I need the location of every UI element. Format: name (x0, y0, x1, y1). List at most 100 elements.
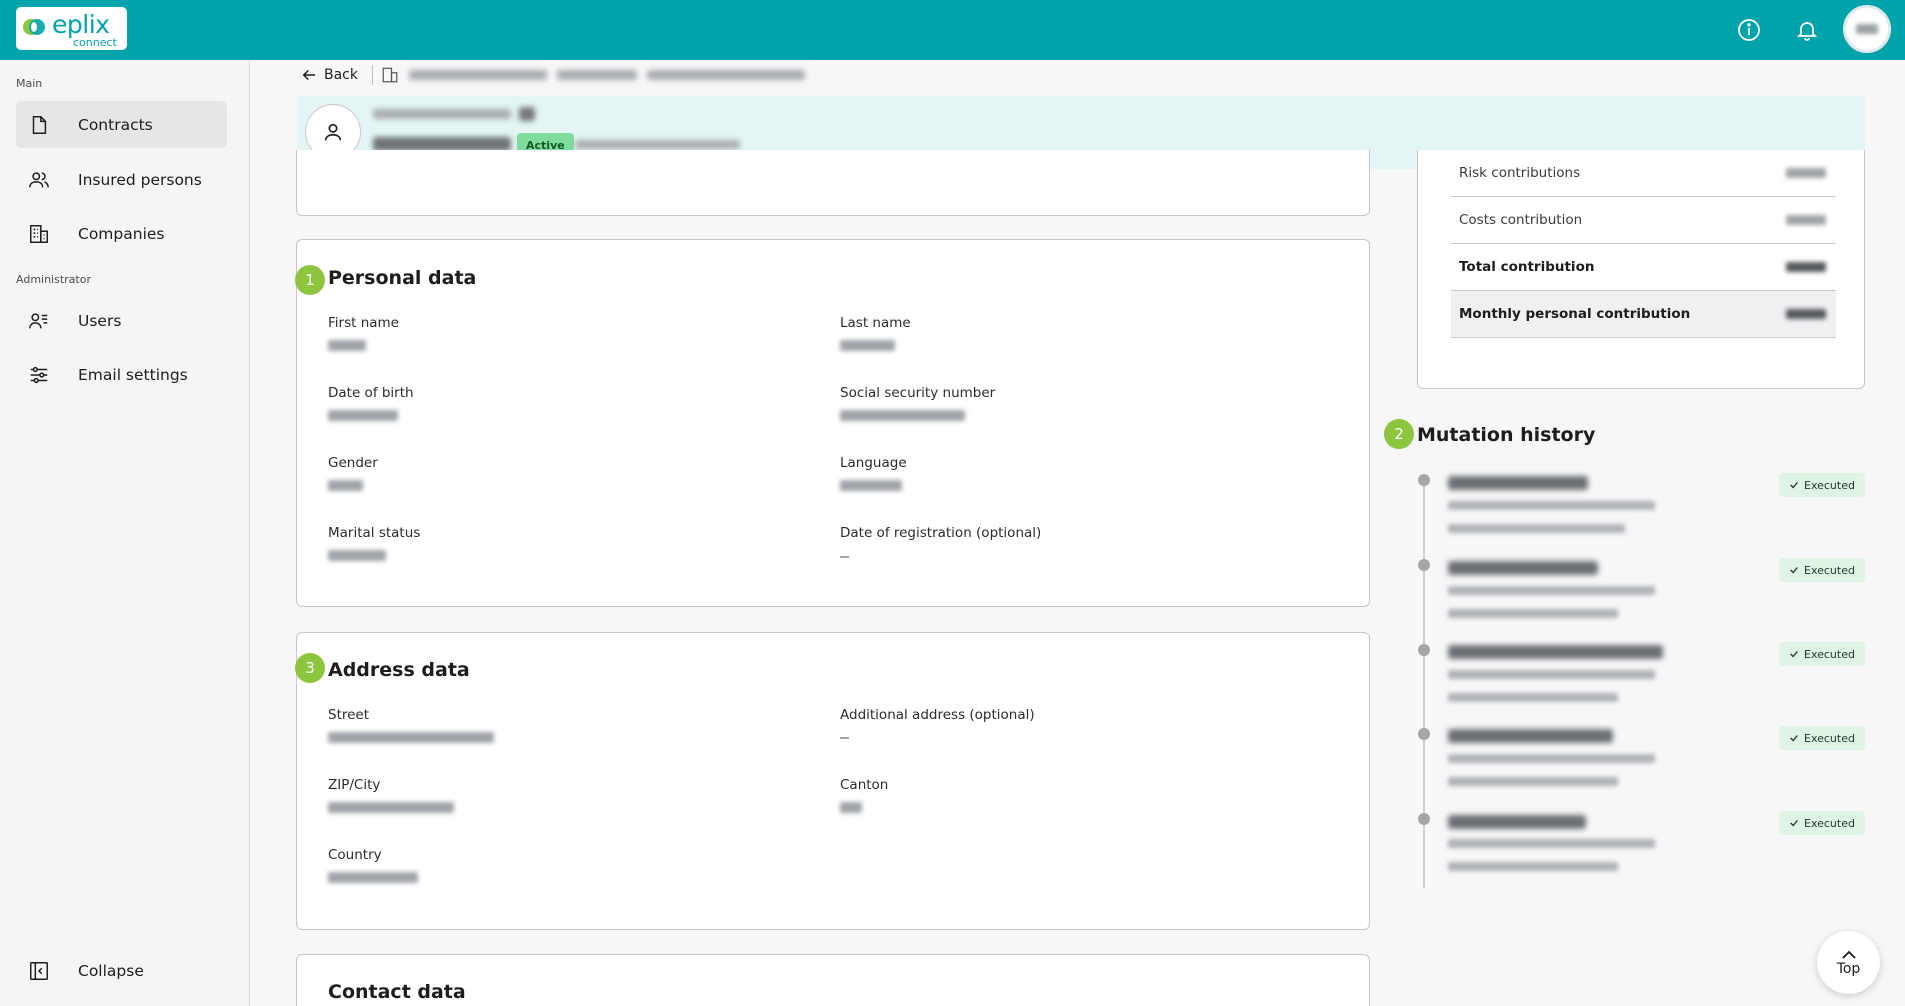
sidebar-item-email-settings[interactable]: Email settings (16, 351, 227, 398)
previous-section-card (296, 150, 1370, 216)
sidebar: Main Contracts Insured persons Companies… (0, 60, 250, 1006)
sidebar-item-contracts[interactable]: Contracts (16, 101, 227, 148)
sidebar-item-label: Insured persons (78, 170, 202, 189)
contribution-label: Total contribution (1459, 259, 1595, 275)
breadcrumb: Back (300, 64, 805, 86)
field-value-language (840, 480, 902, 491)
people-icon (29, 171, 49, 187)
info-icon[interactable] (1733, 14, 1765, 46)
field-label-street: Street (328, 707, 370, 723)
mutation-meta (1448, 501, 1655, 510)
user-icon (324, 123, 342, 141)
arrow-left-icon (302, 69, 315, 81)
sidebar-item-insured-persons[interactable]: Insured persons (16, 156, 227, 203)
mutation-title (1448, 729, 1613, 743)
check-icon (1790, 735, 1798, 742)
field-value-marital-status (328, 550, 386, 561)
mutation-meta (1448, 670, 1655, 679)
eplix-logo[interactable]: eplix connect (16, 7, 127, 50)
field-label-country: Country (328, 847, 382, 863)
mutation-title (1448, 476, 1588, 490)
sidebar-item-label: Email settings (78, 365, 188, 384)
contact-data-card: Contact data (296, 954, 1370, 1006)
collapse-icon (30, 961, 48, 980)
person-name (373, 137, 511, 151)
building-icon (382, 67, 398, 83)
sidebar-item-label: Companies (78, 224, 165, 243)
breadcrumb-company-link[interactable] (409, 70, 547, 80)
contributions-card: Risk contributions Costs contribution To… (1417, 150, 1865, 389)
mutation-meta (1448, 754, 1655, 763)
bell-icon[interactable] (1791, 14, 1823, 46)
field-label-date-of-birth: Date of birth (328, 385, 414, 401)
contribution-row-costs: Costs contribution (1451, 197, 1836, 244)
section-label-main: Main (16, 77, 43, 90)
timeline-dot (1418, 559, 1430, 571)
contribution-row-risk: Risk contributions (1451, 150, 1836, 197)
contribution-value (1786, 262, 1826, 272)
building-icon (30, 224, 48, 243)
collapse-sidebar-button[interactable]: Collapse (16, 947, 227, 994)
contribution-value (1786, 215, 1826, 225)
users-icon (29, 312, 48, 328)
mutation-meta (1448, 777, 1618, 786)
sidebar-item-label: Users (78, 311, 122, 330)
contribution-value (1786, 168, 1826, 178)
field-label-zip-city: ZIP/City (328, 777, 381, 793)
step-number-badge: 1 (295, 265, 325, 295)
sidebar-item-companies[interactable]: Companies (16, 210, 227, 257)
address-data-card: 3 Address data Street Additional address… (295, 632, 1370, 930)
timeline-line (1423, 478, 1425, 888)
field-value-additional-address (840, 737, 849, 739)
field-value-first-name (328, 340, 366, 351)
check-icon (1790, 820, 1798, 827)
field-label-ssn: Social security number (840, 385, 996, 401)
logo-subtitle: connect (73, 36, 117, 49)
timeline-dot (1418, 728, 1430, 740)
section-label-administrator: Administrator (16, 273, 91, 286)
sidebar-item-users[interactable]: Users (16, 297, 227, 344)
step-number-badge: 2 (1384, 419, 1414, 449)
mutation-title (1448, 561, 1598, 575)
timeline-dot (1418, 813, 1430, 825)
user-avatar[interactable] (1843, 5, 1891, 53)
breadcrumb-contract-link[interactable] (557, 70, 637, 80)
status-badge: Executed (1779, 473, 1865, 497)
field-value-ssn (840, 410, 965, 421)
field-value-canton (840, 802, 862, 813)
scroll-to-top-button[interactable]: Top (1817, 931, 1880, 994)
person-meta (575, 140, 740, 149)
sliders-icon (30, 366, 48, 383)
step-number-badge: 3 (295, 653, 325, 683)
field-label-canton: Canton (840, 777, 889, 793)
breadcrumb-current (647, 70, 805, 80)
back-label: Back (324, 67, 358, 83)
field-label-additional-address: Additional address (optional) (840, 707, 1035, 723)
contribution-label: Monthly personal contribution (1459, 306, 1691, 322)
mutation-meta (1448, 609, 1618, 618)
mutation-title (1448, 815, 1586, 829)
check-icon (1790, 482, 1798, 489)
field-value-date-of-birth (328, 410, 398, 421)
sidebar-item-label: Contracts (78, 115, 153, 134)
field-value-date-of-registration (840, 556, 849, 558)
mutation-meta (1448, 839, 1655, 848)
field-value-gender (328, 480, 363, 491)
logo-wordmark: eplix (52, 10, 110, 39)
field-label-language: Language (840, 455, 907, 471)
top-label: Top (1836, 960, 1861, 977)
mutation-meta (1448, 693, 1618, 702)
mutation-title (1448, 645, 1663, 659)
field-label-gender: Gender (328, 455, 378, 471)
field-label-first-name: First name (328, 315, 399, 331)
status-badge: Executed (1779, 642, 1865, 666)
back-button[interactable]: Back (300, 66, 358, 84)
chevron-up-icon (1841, 950, 1856, 959)
section-title-mutation-history: Mutation history (1417, 424, 1596, 446)
check-icon (1790, 651, 1798, 658)
collapse-label: Collapse (78, 961, 144, 980)
field-label-date-of-registration: Date of registration (optional) (840, 525, 1042, 541)
contribution-row-total: Total contribution (1451, 244, 1836, 291)
copy-icon[interactable] (519, 107, 535, 121)
field-value-street (328, 732, 494, 743)
